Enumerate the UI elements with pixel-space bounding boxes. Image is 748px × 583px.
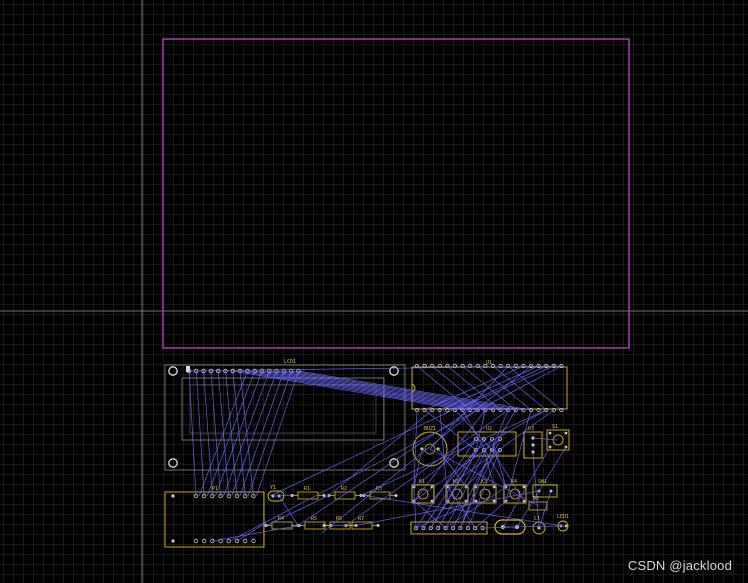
lcd-label: LCD1: [284, 359, 296, 365]
s1-label: S1: [552, 424, 558, 430]
placement-grid: [0, 0, 748, 583]
pcb-editor-canvas[interactable]: LCD1 U1 BUZ1 U2 U3 S1 P1 Y1 R1 R2 R3R4 R…: [0, 0, 748, 583]
r7-label: R7: [358, 516, 364, 522]
r5-label: R5: [311, 516, 317, 522]
r2-label: R2: [341, 486, 347, 492]
watermark: CSDN @jacklood: [627, 558, 732, 573]
led1-label: LED1: [557, 514, 569, 520]
ratsnest-connection: [272, 495, 293, 497]
y1-label: Y1: [270, 485, 276, 491]
buzzer-label: BUZ1: [424, 426, 436, 432]
p1-pin-pad[interactable]: [171, 539, 175, 543]
u2-label: U2: [486, 426, 492, 432]
p1-pin-pad[interactable]: [171, 494, 175, 498]
u1-label: U1: [486, 360, 492, 366]
c1-label: C1: [534, 516, 540, 522]
r1-label: R1: [304, 486, 310, 492]
